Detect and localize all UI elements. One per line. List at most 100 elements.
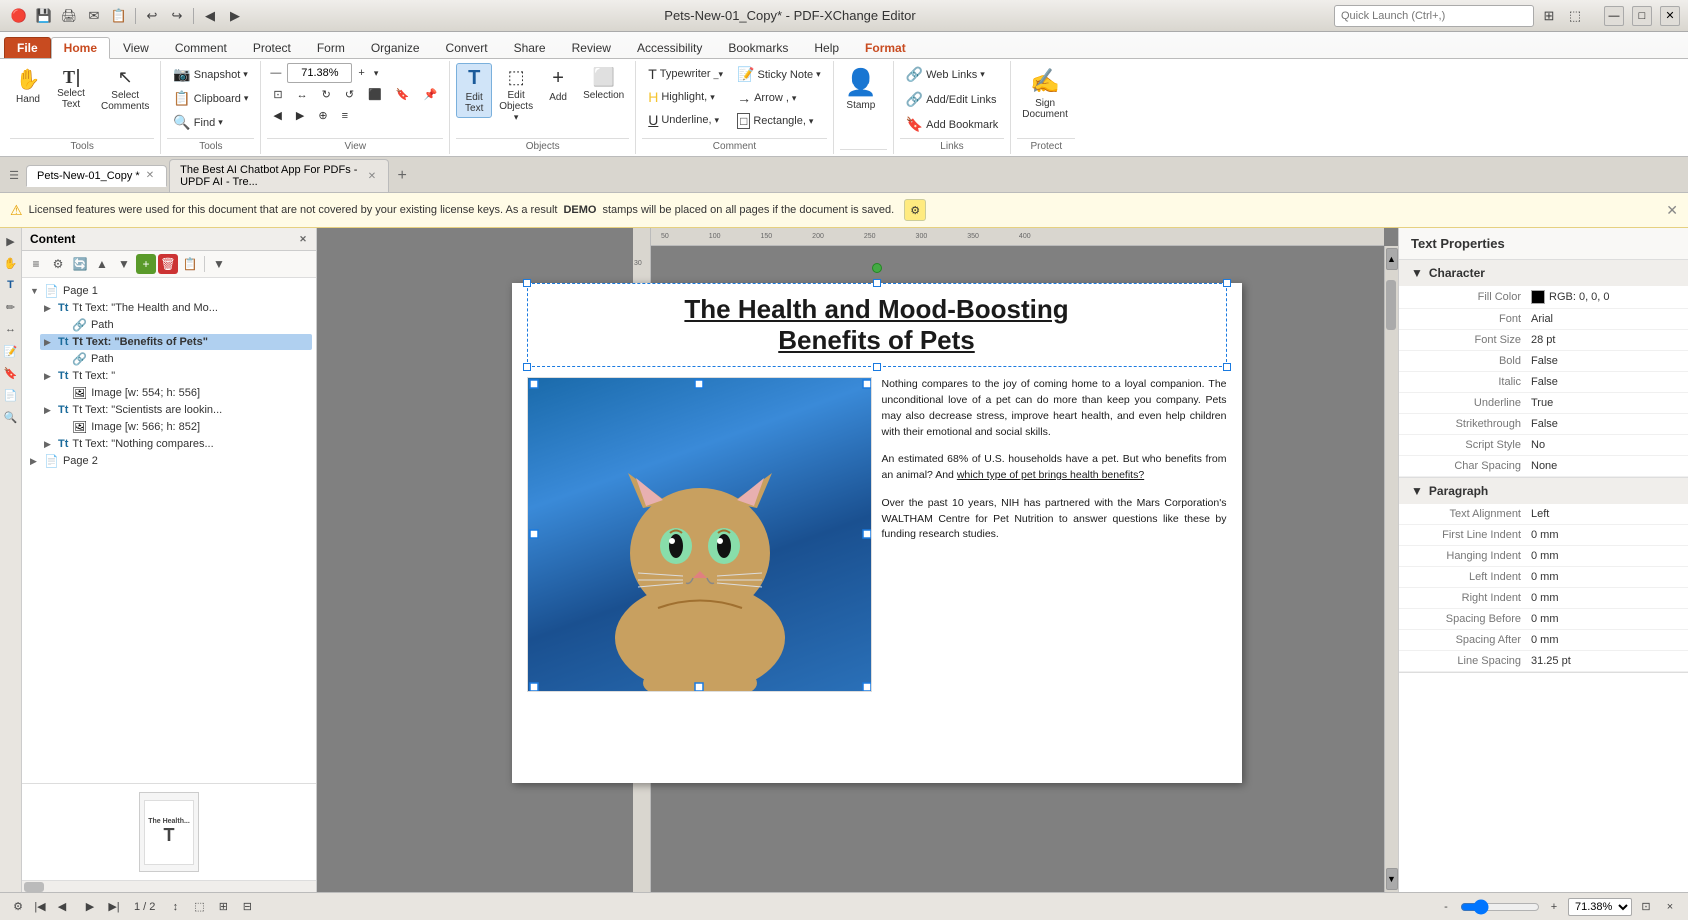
scroll-down-button[interactable]: ▼ <box>1386 868 1398 890</box>
view-btn9[interactable]: ▶ <box>290 106 310 125</box>
document-viewport[interactable]: 30 60 90 120 150 180 210 240 270 50 100 … <box>317 228 1398 892</box>
redo-button[interactable]: ↪ <box>166 5 188 27</box>
status-last-page-button[interactable]: ▶| <box>104 897 124 917</box>
left-tool-7[interactable]: 📄 <box>2 386 20 404</box>
tree-text-empty[interactable]: ▶ Tt Tt Text: " <box>40 368 312 384</box>
underline-button[interactable]: U Underline, ▾ <box>642 109 729 131</box>
tree-path-1[interactable]: 🔗 Path <box>54 316 312 334</box>
tree-text-title[interactable]: ▶ Tt Tt Text: "The Health and Mo... <box>40 300 312 316</box>
zoom-slider[interactable] <box>1460 899 1540 915</box>
typewriter-button[interactable]: T Typewriter _▾ <box>642 63 729 85</box>
content-panel-scrollbar[interactable] <box>22 880 316 892</box>
tree-path-2[interactable]: 🔗 Path <box>54 350 312 368</box>
warning-settings-button[interactable]: ⚙ <box>904 199 926 221</box>
fill-color-swatch[interactable] <box>1531 290 1545 304</box>
ct-btn-1[interactable]: ≡ <box>26 254 46 274</box>
view-btn5[interactable]: ⬛ <box>362 85 388 104</box>
tab-home[interactable]: Home <box>51 37 110 59</box>
tab-form[interactable]: Form <box>304 37 358 58</box>
zoom-input[interactable] <box>287 63 352 83</box>
rotation-handle[interactable] <box>872 263 882 273</box>
zoom-out-button[interactable]: — <box>267 64 284 82</box>
ct-btn-3[interactable]: 🔄 <box>70 254 90 274</box>
add-bookmark-button[interactable]: 🔖 Add Bookmark <box>900 113 1005 136</box>
status-btn2[interactable]: |◀ <box>30 897 50 917</box>
tree-image-1[interactable]: 🖼 Image [w: 554; h: 556] <box>54 384 312 402</box>
split-button[interactable]: ⊟ <box>237 897 257 917</box>
character-section-header[interactable]: ▼ Character <box>1399 260 1688 286</box>
status-menu-button[interactable]: ⚙ <box>8 897 28 917</box>
ct-btn-add[interactable]: + <box>136 254 156 274</box>
fit-rotate-button[interactable]: ↕ <box>165 897 185 917</box>
zoom-in-status-button[interactable]: + <box>1544 897 1564 917</box>
ct-btn-down[interactable]: ▼ <box>114 254 134 274</box>
left-tool-6[interactable]: 🔖 <box>2 364 20 382</box>
zoom-extra-button[interactable]: × <box>1660 897 1680 917</box>
content-scroll-thumb[interactable] <box>24 882 44 892</box>
forward-button[interactable]: ▶ <box>224 5 246 27</box>
tab-view[interactable]: View <box>110 37 162 58</box>
tab-list-button[interactable]: ☰ <box>4 165 24 187</box>
stamp-button[interactable]: 📋 <box>108 5 130 27</box>
email-button[interactable]: ✉ <box>83 5 105 27</box>
select-text-button[interactable]: T SelectText <box>48 63 94 114</box>
web-links-button[interactable]: 🔗 Web Links ▾ <box>900 63 991 86</box>
zoom-dropdown-button[interactable]: ▾ <box>371 65 382 82</box>
tab-accessibility[interactable]: Accessibility <box>624 37 715 58</box>
content-panel-close-button[interactable]: ✕ <box>298 234 308 244</box>
tab-organize[interactable]: Organize <box>358 37 433 58</box>
zoom-fit-button[interactable]: ⊡ <box>1636 897 1656 917</box>
hand-tool-button[interactable]: ✋ Hand <box>10 63 46 109</box>
left-tool-4[interactable]: ↔ <box>2 320 20 338</box>
ct-btn-copy[interactable]: 📋 <box>180 254 200 274</box>
view-btn11[interactable]: ≡ <box>336 107 354 125</box>
close-button[interactable]: ✕ <box>1660 6 1680 26</box>
tree-text-nothing[interactable]: ▶ Tt Tt Text: "Nothing compares... <box>40 436 312 452</box>
tab-convert[interactable]: Convert <box>433 37 501 58</box>
warning-close-button[interactable]: ✕ <box>1666 202 1678 219</box>
paragraph-section-header[interactable]: ▼ Paragraph <box>1399 478 1688 504</box>
viewport-scrollbar[interactable]: ▲ ▼ <box>1384 246 1398 892</box>
edit-text-button[interactable]: T EditText <box>456 63 492 118</box>
highlight-button[interactable]: H Highlight, ▾ <box>642 86 729 108</box>
layout-icon[interactable]: ⊞ <box>1538 5 1560 27</box>
rectangle-button[interactable]: □ Rectangle, ▾ <box>731 110 827 132</box>
sticky-note-button[interactable]: 📝 Sticky Note ▾ <box>731 63 827 86</box>
document-tab-1[interactable]: Pets-New-01_Copy * ✕ <box>26 165 167 187</box>
tree-text-benefits[interactable]: ▶ Tt Tt Text: "Benefits of Pets" <box>40 334 312 350</box>
add-edit-links-button[interactable]: 🔗 Add/Edit Links <box>900 88 1003 111</box>
print-button[interactable]: 🖨 <box>58 5 80 27</box>
left-tool-5[interactable]: 📝 <box>2 342 20 360</box>
tab-format[interactable]: Format <box>852 37 919 58</box>
left-tool-1[interactable]: ▶ <box>2 232 20 250</box>
zoom-out-status-button[interactable]: - <box>1436 897 1456 917</box>
find-button[interactable]: 🔍 Find ▾ <box>167 111 228 134</box>
arrow-button[interactable]: → Arrow , ▾ <box>731 87 827 109</box>
status-next-page-button[interactable]: ▶ <box>80 897 100 917</box>
tab-bookmarks[interactable]: Bookmarks <box>715 37 801 58</box>
tab-protect[interactable]: Protect <box>240 37 304 58</box>
selection-button[interactable]: ⬜ Selection <box>578 63 629 105</box>
view-btn10[interactable]: ⊕ <box>312 106 333 125</box>
tree-image-2[interactable]: 🖼 Image [w: 566; h: 852] <box>54 418 312 436</box>
tab-share[interactable]: Share <box>501 37 559 58</box>
zoom-select[interactable]: 25% 50% 71.38% 100% 150% 200% <box>1568 898 1632 916</box>
ct-btn-2[interactable]: ⚙ <box>48 254 68 274</box>
left-tool-hand[interactable]: ✋ <box>2 254 20 272</box>
fit-page-button[interactable]: ⊡ <box>267 85 288 104</box>
view-btn8[interactable]: ◀ <box>267 106 287 125</box>
tab1-close-button[interactable]: ✕ <box>144 170 156 181</box>
tree-page-2[interactable]: ▶ 📄 Page 2 <box>26 452 312 470</box>
rotate-cw-button[interactable]: ↻ <box>316 85 337 104</box>
left-tool-3[interactable]: ✏ <box>2 298 20 316</box>
select-comments-button[interactable]: ↖ SelectComments <box>96 63 154 116</box>
clipboard-button[interactable]: 📋 Clipboard ▾ <box>167 87 254 110</box>
view-mode-button[interactable]: ⊞ <box>213 897 233 917</box>
ct-btn-collapse[interactable]: ▼ <box>209 254 229 274</box>
left-tool-8[interactable]: 🔍 <box>2 408 20 426</box>
tree-text-scientists[interactable]: ▶ Tt Tt Text: "Scientists are lookin... <box>40 402 312 418</box>
stamp-button[interactable]: 👤 Stamp <box>840 63 882 115</box>
scroll-up-button[interactable]: ▲ <box>1386 248 1398 270</box>
page-thumbnail[interactable]: The Health...T <box>139 792 199 872</box>
left-tool-select[interactable]: T <box>2 276 20 294</box>
